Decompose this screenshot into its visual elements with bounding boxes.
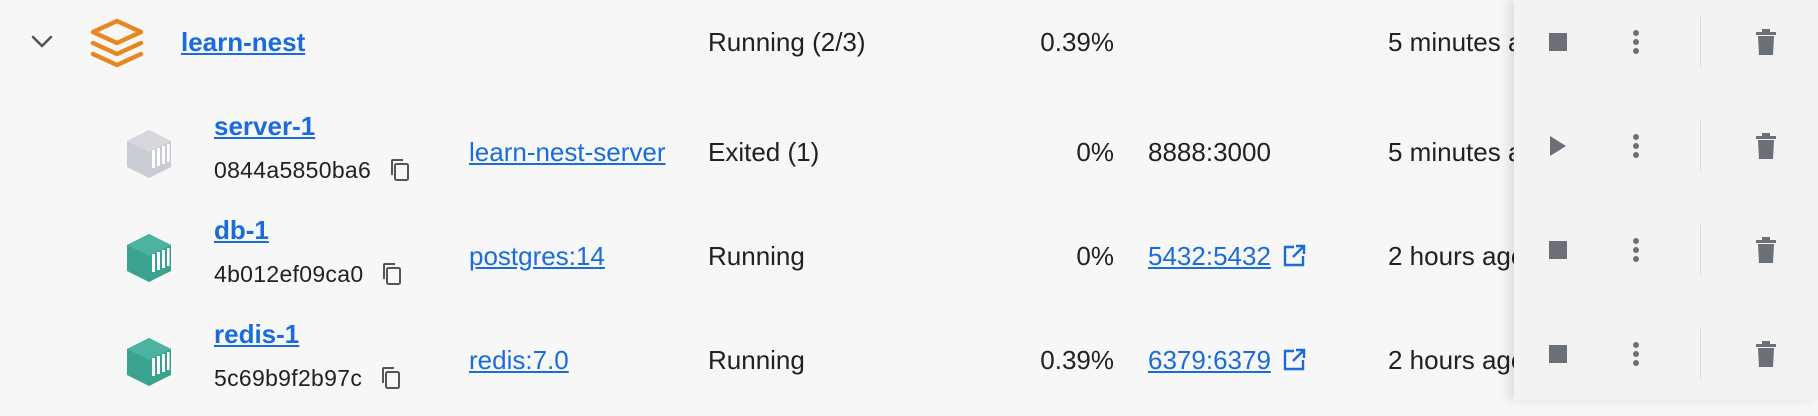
external-link-icon[interactable] [1281, 347, 1307, 373]
container-started: 5 minutes ago [1388, 136, 1514, 167]
stop-icon [1549, 241, 1567, 259]
container-name-link[interactable]: server-1 [214, 111, 315, 142]
container-running-icon [124, 332, 176, 392]
container-stopped-icon [124, 124, 176, 184]
stop-icon [1549, 33, 1567, 51]
stop-button[interactable] [1538, 22, 1578, 62]
kebab-menu-icon [1633, 134, 1639, 158]
group-cpu: 0.39% [1040, 26, 1114, 57]
more-options-button[interactable] [1616, 22, 1656, 62]
delete-button[interactable] [1746, 22, 1786, 62]
compose-stack-icon [90, 16, 144, 70]
play-icon [1550, 136, 1566, 156]
kebab-menu-icon [1633, 342, 1639, 366]
trash-icon [1756, 29, 1776, 55]
container-port-link[interactable]: 5432:5432 [1148, 241, 1271, 272]
stop-button[interactable] [1538, 230, 1578, 270]
divider [1700, 17, 1701, 67]
container-cpu: 0% [1076, 240, 1114, 271]
delete-button[interactable] [1746, 126, 1786, 166]
copy-icon[interactable] [389, 158, 411, 182]
group-started: 5 minutes ago [1388, 26, 1514, 57]
container-image-link[interactable]: redis:7.0 [469, 345, 569, 376]
container-name-link[interactable]: db-1 [214, 215, 269, 246]
container-name-link[interactable]: redis-1 [214, 319, 299, 350]
container-port-link[interactable]: 6379:6379 [1148, 345, 1271, 376]
chevron-down-icon[interactable] [31, 35, 53, 49]
actions-panel [1514, 0, 1818, 400]
container-started: 2 hours ago [1388, 240, 1514, 271]
stop-icon [1549, 345, 1567, 363]
trash-icon [1756, 237, 1776, 263]
group-status: Running (2/3) [708, 26, 866, 57]
container-id: 5c69b9f2b97c [214, 364, 363, 391]
container-status: Exited (1) [708, 136, 820, 167]
trash-icon [1756, 341, 1776, 367]
trash-icon [1756, 133, 1776, 159]
container-image-link[interactable]: learn-nest-server [469, 137, 666, 168]
kebab-menu-icon [1633, 30, 1639, 54]
start-button[interactable] [1538, 126, 1578, 166]
external-link-icon[interactable] [1281, 243, 1307, 269]
copy-icon[interactable] [380, 366, 402, 390]
container-cpu: 0% [1076, 136, 1114, 167]
delete-button[interactable] [1746, 334, 1786, 374]
more-options-button[interactable] [1616, 230, 1656, 270]
group-name-link[interactable]: learn-nest [181, 27, 305, 58]
container-running-icon [124, 228, 176, 288]
container-status: Running [708, 240, 805, 271]
container-port: 8888:3000 [1148, 136, 1271, 167]
container-id: 0844a5850ba6 [214, 156, 372, 183]
kebab-menu-icon [1633, 238, 1639, 262]
delete-button[interactable] [1746, 230, 1786, 270]
container-id: 4b012ef09ca0 [214, 260, 364, 287]
divider [1700, 225, 1701, 275]
divider [1700, 121, 1701, 171]
expand-toggle[interactable] [24, 24, 60, 60]
stop-button[interactable] [1538, 334, 1578, 374]
container-status: Running [708, 344, 805, 375]
more-options-button[interactable] [1616, 334, 1656, 374]
container-image-link[interactable]: postgres:14 [469, 241, 605, 272]
container-cpu: 0.39% [1040, 344, 1114, 375]
more-options-button[interactable] [1616, 126, 1656, 166]
divider [1700, 329, 1701, 379]
container-started: 2 hours ago [1388, 344, 1514, 375]
copy-icon[interactable] [381, 262, 403, 286]
